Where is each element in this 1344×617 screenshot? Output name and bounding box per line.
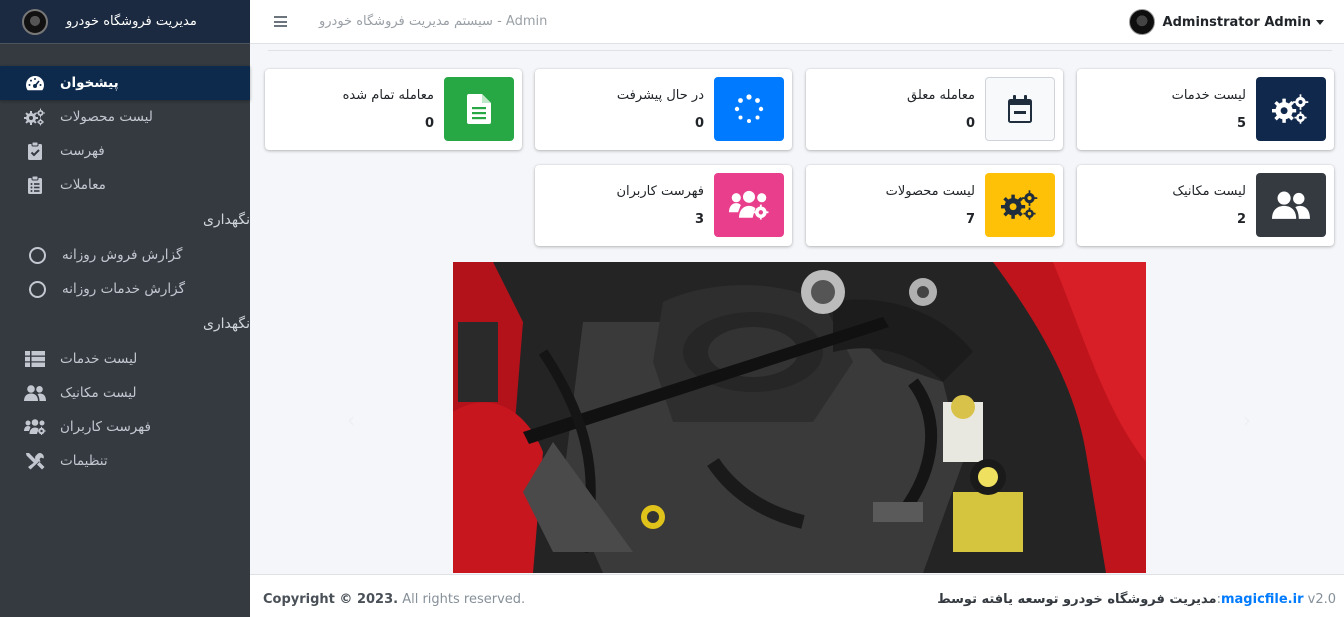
user-menu-toggle[interactable]: Adminstrator Admin	[1128, 9, 1324, 35]
sidebar-item-label: فهرست کاربران	[60, 419, 151, 435]
users-cog-icon	[24, 418, 46, 436]
sidebar-item-transactions[interactable]: معاملات	[0, 168, 250, 202]
user-name: Adminstrator Admin	[1162, 14, 1311, 30]
tools-icon	[24, 452, 46, 470]
navbar-title: سیستم مدیریت فروشگاه خودرو - Admin	[319, 14, 548, 29]
footer: Copyright © 2023. All rights reserved. م…	[250, 574, 1344, 617]
cogs-icon	[985, 173, 1055, 237]
info-box-number: 0	[694, 116, 704, 131]
cogs-icon	[24, 108, 46, 126]
circle-icon	[26, 280, 48, 298]
sidebar-item-label: گزارش خدمات روزانه	[62, 281, 185, 297]
circle-icon	[26, 246, 48, 264]
version: v2.0	[1303, 592, 1336, 607]
users-icon	[24, 384, 46, 402]
info-box-label: فهرست کاربران	[616, 184, 704, 199]
sidebar-item-label: فهرست	[60, 143, 105, 159]
sidebar-item-list[interactable]: فهرست	[0, 134, 250, 168]
info-box-in-progress[interactable]: در حال پیشرفت 0	[535, 69, 792, 150]
nav-header-maintenance-2: نگهداری	[202, 316, 250, 332]
info-box-number: 7	[965, 212, 975, 227]
nav-header-maintenance: نگهداری	[202, 212, 250, 228]
credit-text: مدیریت فروشگاه خودرو توسعه یافته توسط	[937, 592, 1217, 607]
copyright: Copyright © 2023. All rights reserved.	[263, 592, 525, 607]
users-icon	[1256, 173, 1326, 237]
info-box-label: معامله تمام شده	[342, 88, 434, 103]
file-check-icon	[444, 77, 514, 141]
info-box-mechanics[interactable]: لیست مکانیک 2	[1077, 165, 1334, 246]
credit-link[interactable]: magicfile.ir	[1221, 592, 1304, 607]
brand-title: مدیریت فروشگاه خودرو	[66, 14, 197, 29]
sidebar-item-dashboard[interactable]: پیشخوان	[0, 66, 250, 100]
sidebar-item-users[interactable]: فهرست کاربران	[0, 410, 250, 444]
info-box-number: 0	[424, 116, 434, 131]
info-box-number: 2	[1236, 212, 1246, 227]
carousel-image	[453, 262, 1146, 573]
calendar-minus-icon	[985, 77, 1055, 141]
hamburger-menu-icon[interactable]	[274, 16, 287, 27]
content-header-divider	[268, 50, 1332, 51]
info-box-pending-deals[interactable]: معامله معلق 0	[806, 69, 1063, 150]
sidebar-item-label: لیست محصولات	[60, 109, 153, 125]
users-cog-icon	[714, 173, 784, 237]
top-navbar: سیستم مدیریت فروشگاه خودرو - Admin Admin…	[250, 0, 1344, 44]
info-box-label: در حال پیشرفت	[616, 88, 704, 103]
caret-down-icon	[1316, 19, 1324, 25]
sidebar-item-label: گزارش فروش روزانه	[62, 247, 183, 263]
info-box-label: معامله معلق	[907, 88, 975, 103]
clipboard-list-icon	[24, 176, 46, 194]
info-box-services[interactable]: لیست خدمات 5	[1077, 69, 1334, 150]
brand-logo	[22, 8, 48, 35]
clipboard-check-icon	[24, 142, 46, 160]
brand-link[interactable]: مدیریت فروشگاه خودرو	[0, 0, 250, 44]
spinner-icon	[714, 77, 784, 141]
info-box-number: 3	[694, 212, 704, 227]
info-box-label: لیست محصولات	[885, 184, 975, 199]
copyright-bold: Copyright © 2023.	[263, 592, 399, 607]
info-box-completed-deals[interactable]: معامله تمام شده 0	[265, 69, 522, 150]
sidebar-item-label: معاملات	[60, 177, 106, 193]
sidebar-item-services[interactable]: لیست خدمات	[0, 342, 250, 376]
info-box-label: لیست خدمات	[1171, 88, 1246, 103]
sidebar: مدیریت فروشگاه خودرو پیشخوان لیست محصولا…	[0, 0, 250, 617]
carousel-next-icon[interactable]: ›	[1243, 408, 1251, 432]
th-list-icon	[24, 350, 46, 368]
sidebar-item-label: لیست مکانیک	[60, 385, 137, 401]
info-box-products[interactable]: لیست محصولات 7	[806, 165, 1063, 246]
sidebar-item-label: پیشخوان	[60, 75, 119, 91]
info-box-label: لیست مکانیک	[1172, 184, 1246, 199]
carousel-prev-icon[interactable]: ‹	[347, 408, 355, 432]
sidebar-item-daily-services-report[interactable]: گزارش خدمات روزانه	[0, 272, 250, 306]
tachometer-icon	[24, 74, 46, 92]
sidebar-item-mechanics[interactable]: لیست مکانیک	[0, 376, 250, 410]
sidebar-item-settings[interactable]: تنظیمات	[0, 444, 250, 478]
cogs-icon	[1256, 77, 1326, 141]
footer-credit: مدیریت فروشگاه خودرو توسعه یافته توسط:ma…	[937, 592, 1336, 607]
sidebar-item-products[interactable]: لیست محصولات	[0, 100, 250, 134]
copyright-rest: All rights reserved.	[398, 592, 526, 607]
info-box-users[interactable]: فهرست کاربران 3	[535, 165, 792, 246]
info-box-number: 0	[965, 116, 975, 131]
sidebar-item-label: تنظیمات	[60, 453, 108, 469]
sidebar-nav: پیشخوان لیست محصولات فهرست معاملات نگهدا…	[0, 44, 250, 478]
sidebar-item-daily-sales-report[interactable]: گزارش فروش روزانه	[0, 238, 250, 272]
sidebar-item-label: لیست خدمات	[60, 351, 138, 367]
avatar	[1128, 9, 1155, 35]
info-box-number: 5	[1236, 116, 1246, 131]
